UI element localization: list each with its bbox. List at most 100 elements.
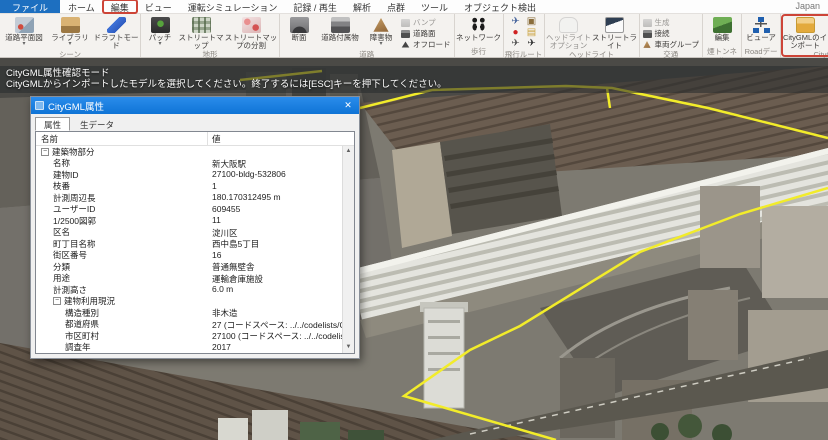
- region-label: Japan: [795, 1, 820, 11]
- attribute-row-3[interactable]: 枝番1: [36, 181, 342, 193]
- attribute-row-7[interactable]: 区名 淀川区: [36, 227, 342, 239]
- menu-bar: ファイルホーム編集ビュー運転シミュレーション記録 / 再生解析点群ツールオブジェ…: [0, 0, 828, 14]
- ribbon-button-vehicle-group[interactable]: 車両グループ: [643, 39, 700, 50]
- attribute-value: 16: [208, 250, 342, 262]
- street-map-split-icon: [242, 17, 261, 33]
- menu-tab-0[interactable]: ファイル: [0, 0, 60, 13]
- library-icon: [61, 17, 80, 33]
- ribbon-button-offroad[interactable]: オフロード: [401, 39, 451, 50]
- ribbon-button-connect[interactable]: 接続: [643, 28, 700, 39]
- ribbon-group-5: ヘッドライトオプションストリートライトヘッドライト: [545, 14, 640, 57]
- group-label: 歩行: [456, 47, 502, 57]
- ribbon-button-road-surface[interactable]: 道路面: [401, 28, 451, 39]
- attribute-value: 27100-bldg-532806: [208, 169, 342, 181]
- menu-tab-9[interactable]: オブジェクト検出: [456, 0, 544, 13]
- close-icon[interactable]: ✕: [341, 100, 355, 111]
- attribute-name: ユーザーID: [53, 204, 95, 216]
- menu-tab-3[interactable]: ビュー: [137, 0, 180, 13]
- scroll-down-icon[interactable]: ▼: [343, 342, 354, 353]
- attribute-row-10[interactable]: 分類普通無壁舎: [36, 261, 342, 273]
- dropdown-arrow-icon[interactable]: ▾: [379, 42, 382, 47]
- ribbon-button-draft-mode[interactable]: ドラフトモード: [93, 15, 139, 50]
- patch-icon: [151, 17, 170, 33]
- button-label: 生成: [655, 17, 670, 28]
- button-label: ビューア: [746, 34, 776, 42]
- attribute-row-12[interactable]: 計測高さ6.0 m: [36, 284, 342, 296]
- tab-rawdata[interactable]: 生データ: [71, 117, 123, 131]
- attribute-value: 27 (コードスペース: ../../codelists/Common_pref…: [208, 319, 342, 331]
- ribbon-button-street-map[interactable]: ストリートマップ: [178, 15, 224, 50]
- dialog-app-icon: [35, 101, 44, 110]
- dropdown-arrow-icon[interactable]: ▾: [22, 42, 25, 47]
- scroll-up-icon[interactable]: ▲: [343, 146, 354, 157]
- dialog-titlebar[interactable]: CityGML属性 ✕: [31, 97, 359, 114]
- attribute-row-14[interactable]: 構造種別 非木造: [36, 307, 342, 319]
- attribute-row-5[interactable]: ユーザーID609455: [36, 204, 342, 216]
- attribute-row-8[interactable]: 町丁目名称西中島5丁目: [36, 238, 342, 250]
- menu-tab-6[interactable]: 解析: [345, 0, 379, 13]
- ribbon-button-citygml-import[interactable]: CityGMLのインポート: [782, 15, 828, 50]
- attribute-row-15[interactable]: 都道府県27 (コードスペース: ../../codelists/Common_…: [36, 319, 342, 331]
- attribute-value: [208, 296, 342, 308]
- attribute-value: 普通無壁舎: [208, 261, 342, 273]
- headlight-option-icon: [559, 17, 578, 33]
- ribbon-button-street-light[interactable]: ストリートライト: [592, 15, 638, 50]
- attribute-value: 非木造: [208, 307, 342, 319]
- ribbon-group-6: 生成接続車両グループ交通: [640, 14, 704, 57]
- tab-attributes[interactable]: 属性: [35, 117, 70, 131]
- attribute-name: 区名: [53, 227, 70, 239]
- ribbon-button-patch[interactable]: パッチ▾: [142, 15, 178, 47]
- button-label: CityGMLのインポート: [782, 34, 828, 50]
- tree-collapse-icon[interactable]: −: [41, 148, 49, 156]
- menu-tab-2[interactable]: 編集: [103, 0, 137, 13]
- attribute-row-0[interactable]: −建築物部分: [36, 146, 342, 158]
- attribute-row-6[interactable]: 1/2500図郭11: [36, 215, 342, 227]
- dropdown-arrow-icon[interactable]: ▾: [158, 42, 161, 47]
- menu-tab-7[interactable]: 点群: [379, 0, 413, 13]
- offroad-icon: [401, 41, 410, 49]
- attribute-list: 名前 値 −建築物部分名称新大阪駅建物ID27100-bldg-532806枝番…: [35, 131, 355, 354]
- ribbon-button-headlight-option[interactable]: ヘッドライトオプション: [546, 15, 592, 50]
- menu-tab-1[interactable]: ホーム: [60, 0, 103, 13]
- column-value[interactable]: 値: [208, 132, 354, 145]
- attribute-name: 計測周辺長: [53, 192, 96, 204]
- airplane-delete-icon[interactable]: ✈: [524, 39, 540, 50]
- attribute-row-1[interactable]: 名称新大阪駅: [36, 158, 342, 170]
- attribute-row-9[interactable]: 街区番号16: [36, 250, 342, 262]
- menu-tab-8[interactable]: ツール: [413, 0, 456, 13]
- ribbon-button-smoke-edit[interactable]: 編集: [704, 15, 740, 42]
- dropdown-arrow-icon[interactable]: ▾: [68, 42, 71, 47]
- ribbon-button-viewer[interactable]: ビューア: [743, 15, 779, 42]
- attribute-name: 枝番: [53, 181, 70, 193]
- street-map-icon: [192, 17, 211, 33]
- menu-tab-5[interactable]: 記録 / 再生: [285, 0, 345, 13]
- ribbon-group-1: パッチ▾ストリートマップストリートマップの分割地形: [141, 14, 280, 57]
- ribbon-button-generate[interactable]: 生成: [643, 17, 700, 28]
- ribbon-button-street-map-split[interactable]: ストリートマップの分割: [224, 15, 278, 50]
- 3d-viewport[interactable]: CityGML属性確認モード CityGMLからインポートしたモデルを選択してく…: [0, 58, 828, 440]
- mode-instruction: CityGMLからインポートしたモデルを選択してください。終了するには[ESC]…: [6, 79, 822, 90]
- airplane-icon[interactable]: ✈: [508, 39, 524, 50]
- attribute-row-16[interactable]: 市区町村27100 (コードスペース: ../../codelists/Comm…: [36, 330, 342, 342]
- attribute-value: 淀川区: [208, 227, 342, 239]
- ribbon-button-obstacle[interactable]: 障害物▾: [363, 15, 399, 47]
- menu-tab-4[interactable]: 運転シミュレーション: [180, 0, 286, 13]
- tree-collapse-icon[interactable]: −: [53, 297, 61, 305]
- attribute-row-17[interactable]: 調査年2017: [36, 342, 342, 354]
- attribute-name: 構造種別: [65, 307, 99, 319]
- attribute-row-13[interactable]: −建物利用現況: [36, 296, 342, 308]
- column-name[interactable]: 名前: [36, 132, 208, 145]
- attribute-row-4[interactable]: 計測周辺長180.170312495 m: [36, 192, 342, 204]
- ribbon-button-road-accessory[interactable]: 道路付属物: [317, 15, 363, 42]
- attribute-row-2[interactable]: 建物ID27100-bldg-532806: [36, 169, 342, 181]
- attribute-value: 新大阪駅: [208, 158, 342, 170]
- attribute-row-11[interactable]: 用途運輸倉庫施設: [36, 273, 342, 285]
- ribbon-button-bump[interactable]: バンプ: [401, 17, 451, 28]
- citygml-attribute-dialog: CityGML属性 ✕ 属性 生データ 名前 値 −建築物部分名称新大阪駅建物I…: [30, 96, 360, 359]
- vertical-scrollbar[interactable]: ▲ ▼: [342, 146, 354, 353]
- ribbon-button-network[interactable]: ネットワーク: [456, 15, 502, 42]
- ribbon-button-cross-section[interactable]: 断面: [281, 15, 317, 42]
- button-label: 道路面: [413, 28, 436, 39]
- ribbon-button-road-plan[interactable]: 道路平面図▾: [1, 15, 47, 47]
- ribbon-button-library[interactable]: ライブラリ▾: [47, 15, 93, 47]
